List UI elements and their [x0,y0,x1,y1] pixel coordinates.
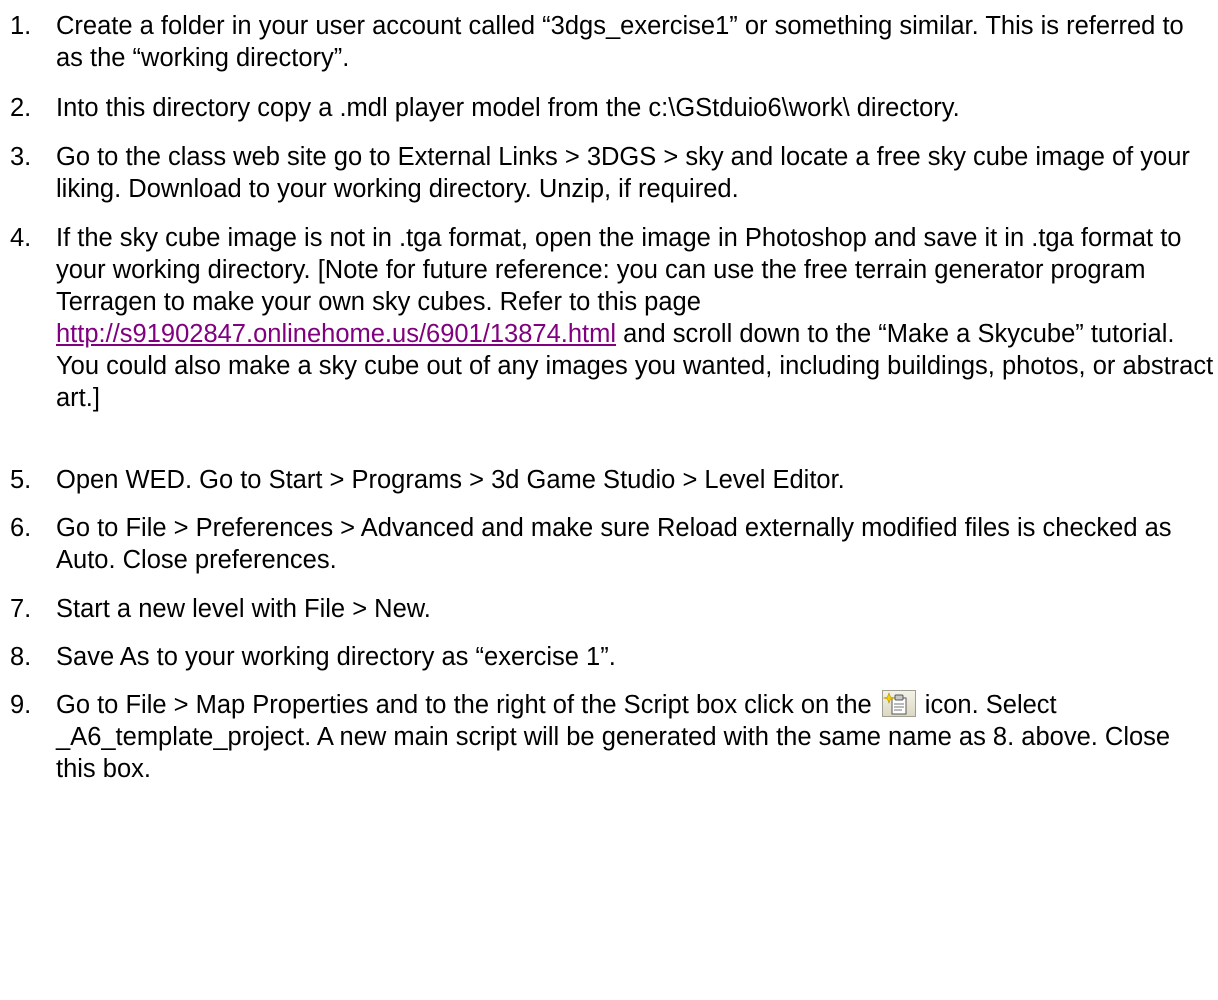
step-text-before-link: If the sky cube image is not in .tga for… [56,224,1182,316]
step-7: 7. Start a new level with File > New. [0,593,1218,625]
step-text: Start a new level with File > New. [56,595,431,623]
step-text: Go to the class web site go to External … [56,143,1190,203]
step-6: 6. Go to File > Preferences > Advanced a… [0,512,1218,576]
step-5: 5. Open WED. Go to Start > Programs > 3d… [0,464,1218,496]
step-number: 7. [10,595,32,623]
step-text: Go to File > Map Properties and to the r… [56,689,1216,785]
step-8: 8. Save As to your working directory as … [0,641,1218,673]
step-3: 3. Go to the class web site go to Extern… [0,141,1218,205]
step-1: 1. Create a folder in your user account … [0,10,1218,74]
step-text: Into this directory copy a .mdl player m… [56,94,960,122]
step-number: 2. [10,94,32,122]
step-9: 9. Go to File > Map Properties and to th… [0,689,1218,785]
step-number: 9. [10,691,32,719]
step-number: 4. [10,224,32,252]
step-number: 5. [10,466,32,494]
step-4: 4. If the sky cube image is not in .tga … [0,222,1218,414]
skycube-tutorial-link[interactable]: http://s91902847.onlinehome.us/6901/1387… [56,320,616,348]
step-text: Open WED. Go to Start > Programs > 3d Ga… [56,466,845,494]
new-script-icon [881,690,916,717]
step-number: 8. [10,643,32,671]
step-number: 1. [10,12,32,40]
step-text: Create a folder in your user account cal… [56,12,1184,72]
step-number: 3. [10,143,32,171]
step-text: If the sky cube image is not in .tga for… [56,222,1216,414]
step-text-before-icon: Go to File > Map Properties and to the r… [56,691,872,719]
step-number: 6. [10,514,32,542]
step-text: Go to File > Preferences > Advanced and … [56,514,1172,574]
step-text: Save As to your working directory as “ex… [56,643,616,671]
step-2: 2. Into this directory copy a .mdl playe… [0,92,1218,124]
